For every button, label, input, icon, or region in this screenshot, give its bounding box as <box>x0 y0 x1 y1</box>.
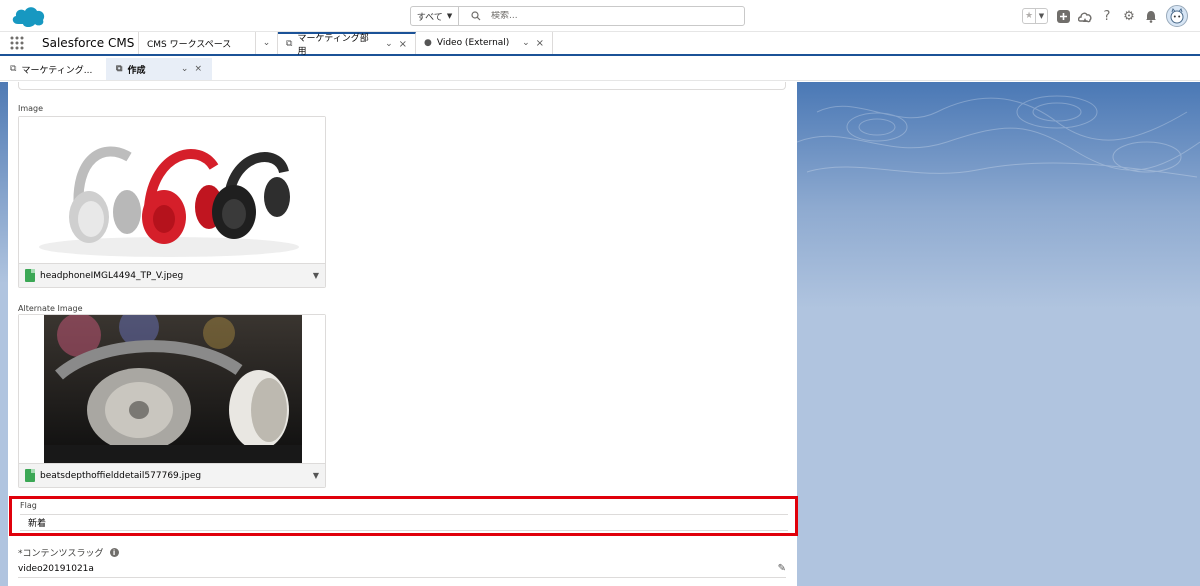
left-strip <box>0 82 8 586</box>
flag-value: 新着 <box>28 519 47 529</box>
global-add-icon[interactable] <box>1056 9 1070 23</box>
slug-value: video20191021a <box>18 563 94 574</box>
tab-cms-workspace[interactable]: CMS ワークスペース <box>139 32 256 54</box>
video-icon: ● <box>424 38 432 48</box>
chevron-down-icon[interactable]: ⌄ <box>377 39 393 49</box>
tab-dropdown[interactable]: ⌄ <box>256 32 278 54</box>
user-avatar[interactable] <box>1166 5 1188 27</box>
favorites-list-icon[interactable]: ▼ <box>1035 9 1047 23</box>
subtab-bar: ⧉ マーケティング... ⧉ 作成 ⌄ × <box>0 58 1200 81</box>
tab-marketing[interactable]: ⧉ マーケティング部用 ⌄ × <box>278 32 416 57</box>
image-file-row: headphoneIMGL4494_TP_V.jpeg ▼ <box>19 263 325 287</box>
workspace-icon: ⧉ <box>10 64 17 74</box>
subtab-create[interactable]: ⧉ 作成 ⌄ × <box>106 58 212 80</box>
tab-label: CMS ワークスペース <box>147 39 232 50</box>
search-input[interactable] <box>491 11 721 21</box>
favorites-group: ★ ▼ <box>1022 8 1048 24</box>
alt-image-file-row: beatsdepthoffielddetail577769.jpeg ▼ <box>19 463 325 487</box>
setup-gear-icon[interactable]: ⚙ <box>1122 9 1136 24</box>
favorite-star-icon[interactable]: ★ <box>1023 9 1035 23</box>
global-header: すべて ▼ ★ ▼ ? ⚙ <box>0 0 1200 32</box>
chevron-down-icon[interactable]: ▼ <box>313 271 319 280</box>
help-icon[interactable]: ? <box>1100 9 1114 24</box>
search-scope-select[interactable]: すべて ▼ <box>411 7 459 25</box>
flag-input[interactable]: 新着 <box>20 514 788 531</box>
subtab-marketing[interactable]: ⧉ マーケティング... <box>0 58 106 80</box>
alt-headphones-image <box>19 315 325 463</box>
slug-field[interactable]: video20191021a ✎ <box>18 560 786 578</box>
slug-label-text: *コンテンツスラッグ <box>18 549 104 559</box>
header-utility-icons: ★ ▼ ? ⚙ <box>1022 3 1188 29</box>
previous-field <box>18 82 786 90</box>
chevron-down-icon: ▼ <box>446 12 453 20</box>
close-icon[interactable]: × <box>393 39 407 50</box>
flag-field-label: Flag <box>20 501 37 510</box>
background-pattern <box>797 95 1200 178</box>
image-field[interactable]: headphoneIMGL4494_TP_V.jpeg ▼ <box>18 116 326 288</box>
search-icon <box>471 11 481 21</box>
info-icon[interactable]: i <box>109 548 119 557</box>
flag-field-highlight: Flag 新着 <box>9 496 798 536</box>
chevron-down-icon: ⌄ <box>262 38 271 48</box>
image-file-name: headphoneIMGL4494_TP_V.jpeg <box>40 270 184 281</box>
tab-video-external[interactable]: ● Video (External) ⌄ × <box>416 32 553 54</box>
alt-image-field-label: Alternate Image <box>18 304 83 313</box>
app-launcher-icon[interactable] <box>0 32 34 54</box>
image-file-icon <box>25 269 35 282</box>
alt-image-file-name: beatsdepthoffielddetail577769.jpeg <box>40 470 202 481</box>
close-icon[interactable]: × <box>194 64 202 74</box>
workspace-icon: ⧉ <box>116 64 123 74</box>
image-field-label: Image <box>18 104 44 113</box>
workspace-icon: ⧉ <box>286 39 293 49</box>
chevron-down-icon[interactable]: ⌄ <box>514 38 530 48</box>
edit-pencil-icon[interactable]: ✎ <box>778 563 786 574</box>
global-search: すべて ▼ <box>410 6 745 26</box>
slug-field-label: *コンテンツスラッグ i <box>18 546 119 559</box>
close-icon[interactable]: × <box>530 38 544 49</box>
alt-image-field[interactable]: beatsdepthoffielddetail577769.jpeg ▼ <box>18 314 326 488</box>
salesforce-logo[interactable] <box>10 4 46 28</box>
app-name: Salesforce CMS <box>34 32 139 54</box>
tab-label: Video (External) <box>436 38 510 48</box>
tab-label: マーケティング部用 <box>297 34 369 57</box>
notification-bell-icon[interactable] <box>1144 9 1158 23</box>
headphones-image <box>19 117 325 263</box>
chevron-down-icon[interactable]: ▼ <box>313 471 319 480</box>
search-scope-label: すべて <box>416 12 443 23</box>
content-form-panel: Image headphoneIMGL4494_TP_V.jpeg ▼ Alte… <box>8 82 798 586</box>
chevron-down-icon[interactable]: ⌄ <box>181 64 189 74</box>
trailhead-icon[interactable] <box>1078 9 1092 23</box>
app-nav-bar: Salesforce CMS CMS ワークスペース ⌄ ⧉ マーケティング部用… <box>0 32 1200 57</box>
subtab-label: マーケティング... <box>21 65 93 76</box>
image-file-icon <box>25 469 35 482</box>
subtab-label: 作成 <box>127 65 146 76</box>
